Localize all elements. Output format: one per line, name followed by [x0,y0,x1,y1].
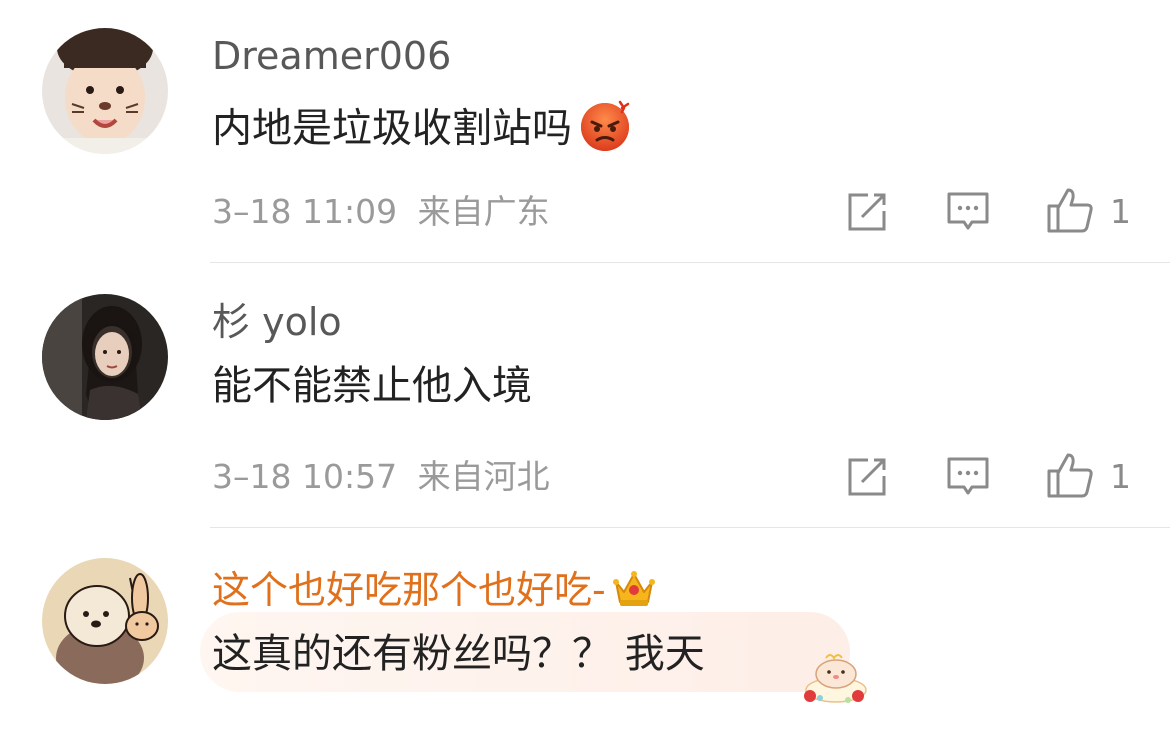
comment-icon [947,192,989,230]
like-button[interactable] [1046,186,1094,238]
timestamp: 3–18 11:09 [212,192,398,231]
avatar[interactable] [42,28,168,154]
comment-meta: 3–18 11:09 来自广东 [212,192,550,232]
comment-text: 这真的还有粉丝吗？？ 我天 [212,631,705,677]
timestamp: 3–18 10:57 [212,457,398,496]
username[interactable]: Dreamer006 [212,34,451,78]
like-button[interactable] [1046,451,1094,503]
share-button[interactable] [846,191,888,237]
username[interactable]: 杉 yolo [212,300,342,344]
like-count: 1 [1110,457,1131,496]
avatar[interactable] [42,558,168,684]
reply-button[interactable] [946,190,990,238]
location: 来自广东 [417,192,550,231]
comment-icon [947,457,989,495]
reply-button[interactable] [946,455,990,503]
share-button[interactable] [846,456,888,502]
username-text: 这个也好吃那个也好吃- [212,568,606,612]
comment-text: 能不能禁止他入境 [212,363,532,409]
hamster-cake-sticker-icon [800,652,870,712]
thumbs-up-icon [1047,188,1093,233]
thumbs-up-icon [1047,453,1093,498]
comment-text: 内地是垃圾收割站吗 [212,98,632,163]
share-icon [848,458,886,496]
comment-text-content: 内地是垃圾收割站吗 [212,105,572,152]
divider [210,262,1170,263]
like-count: 1 [1110,192,1131,231]
divider [210,527,1170,528]
location: 来自河北 [417,457,550,496]
share-icon [848,193,886,231]
avatar[interactable] [42,294,168,420]
angry-face-icon [578,98,632,163]
comment-meta: 3–18 10:57 来自河北 [212,457,550,497]
